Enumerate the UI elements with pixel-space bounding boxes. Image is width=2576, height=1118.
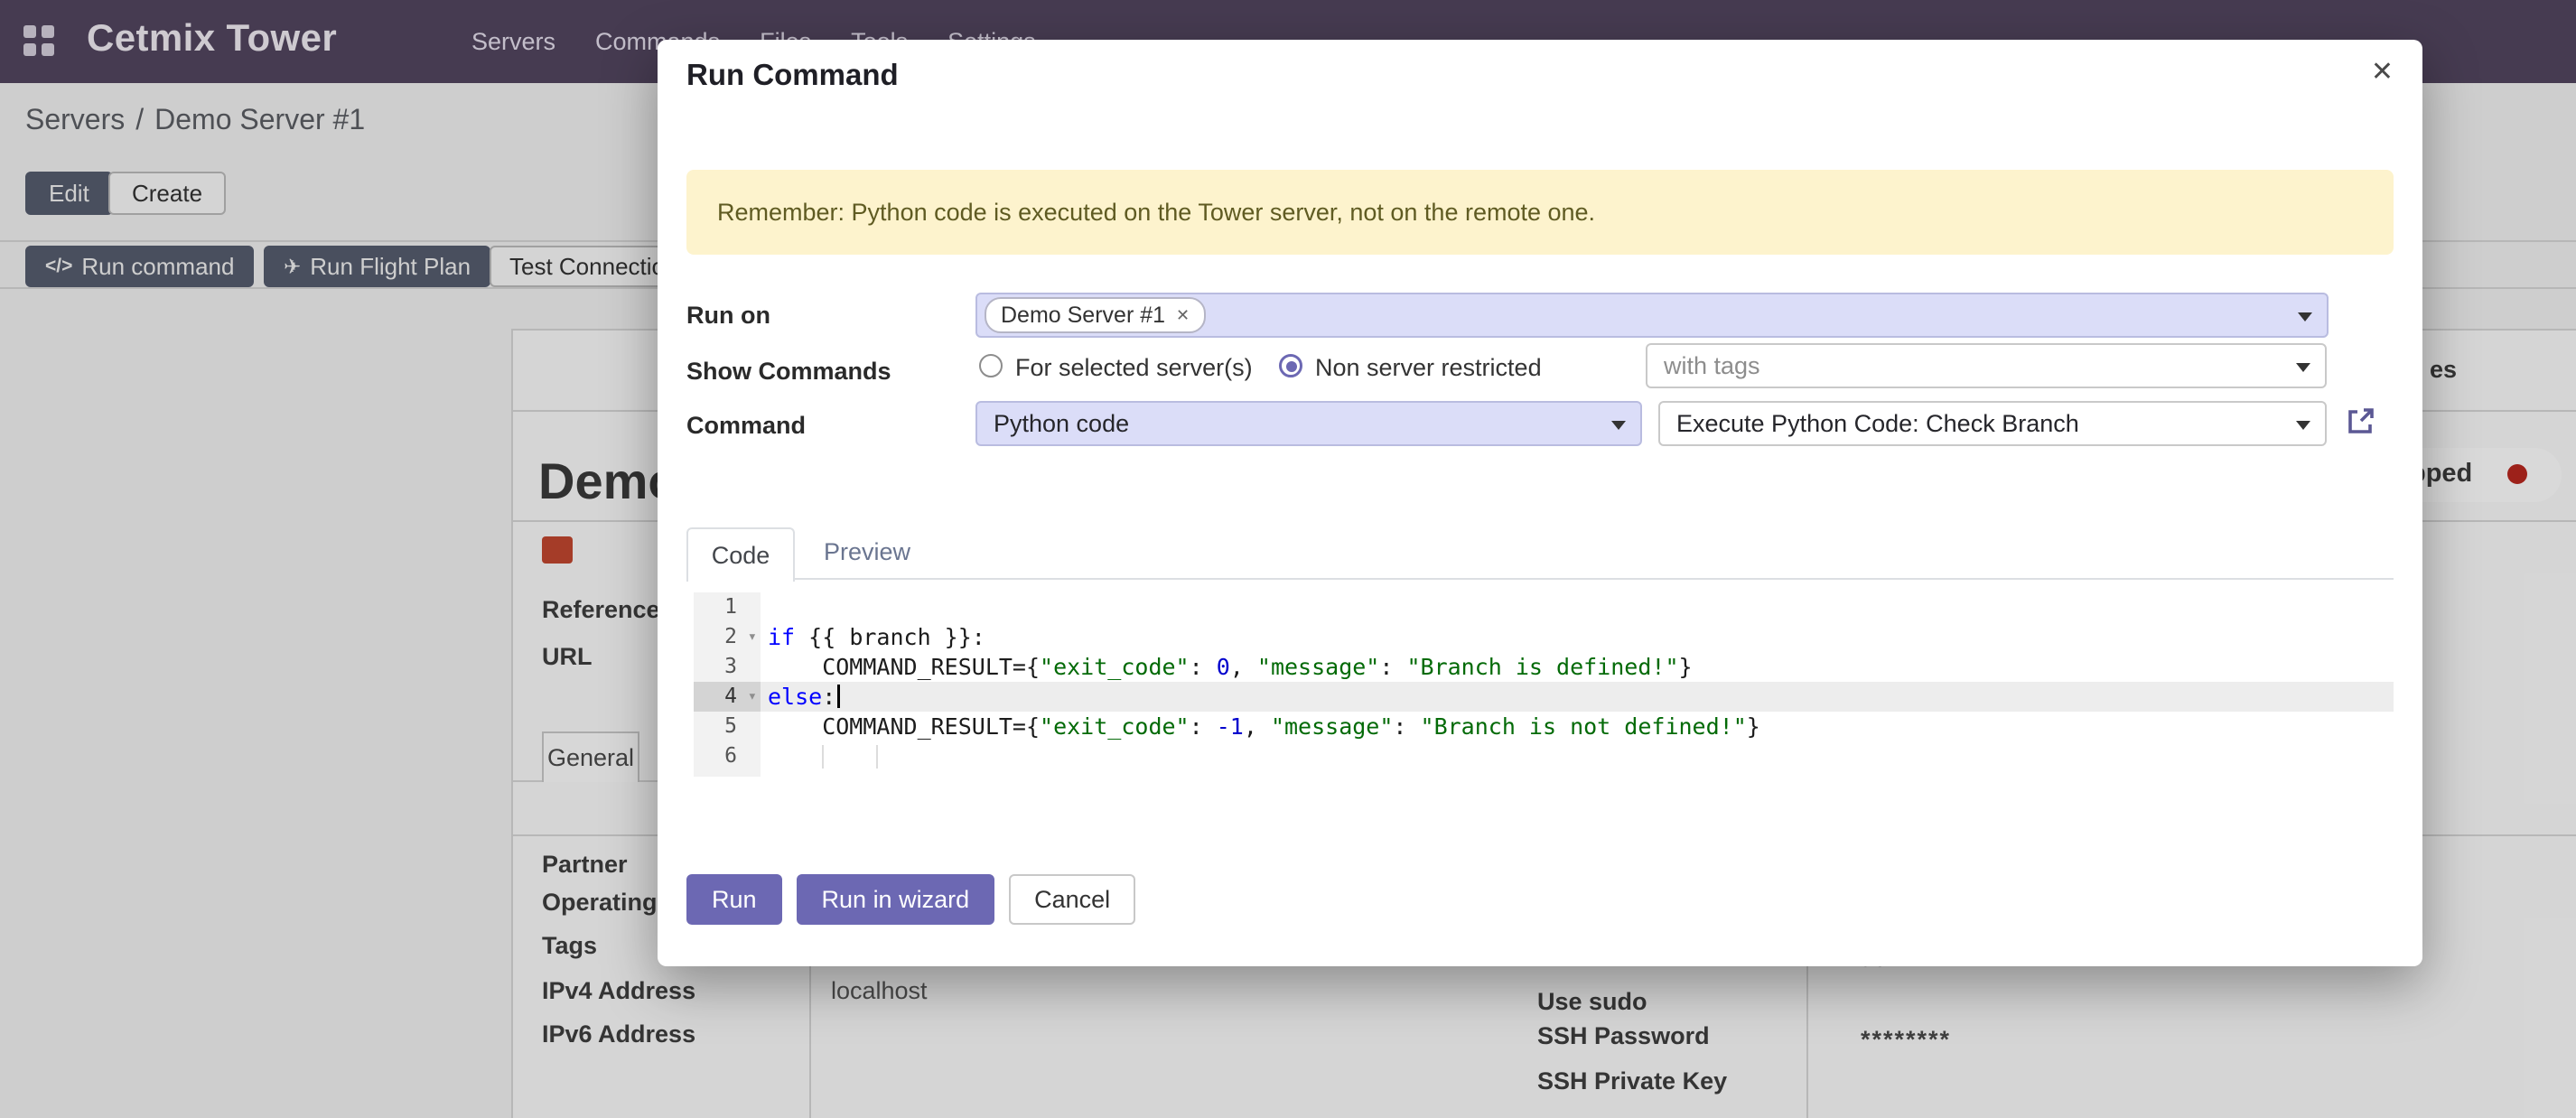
gutter-cell[interactable]: 4▾ (694, 682, 761, 712)
tab-code[interactable]: Code (686, 527, 795, 582)
command-label: Command (686, 412, 806, 440)
external-link-icon[interactable] (2345, 405, 2377, 444)
command-select[interactable]: Execute Python Code: Check Branch (1658, 401, 2327, 446)
caret-down-icon (1611, 421, 1626, 430)
server-chip[interactable]: Demo Server #1 ✕ (985, 297, 1206, 333)
editor-text[interactable]: if {{ branch }}: COMMAND_RESULT={"exit_c… (761, 592, 2394, 777)
caret-down-icon (2298, 312, 2312, 321)
tab-preview[interactable]: Preview (824, 538, 910, 566)
radio-non-restricted[interactable] (1279, 354, 1302, 377)
code-line[interactable] (761, 741, 2394, 771)
radio-selected-servers-label[interactable]: For selected server(s) (1015, 354, 1253, 382)
run-command-modal: Run Command ✕ Remember: Python code is e… (658, 40, 2422, 966)
fold-arrow-icon[interactable]: ▾ (748, 622, 757, 652)
indent-guide (876, 745, 878, 769)
code-line[interactable]: COMMAND_RESULT={"exit_code": 0, "message… (761, 652, 2394, 682)
gutter-cell: 5 (694, 712, 761, 741)
code-line[interactable]: if {{ branch }}: (761, 622, 2394, 652)
run-on-label: Run on (686, 302, 770, 330)
tags-select-placeholder: with tags (1647, 352, 1760, 380)
run-on-field[interactable]: Demo Server #1 ✕ (975, 293, 2329, 338)
indent-guide (822, 745, 824, 769)
modal-title: Run Command (686, 58, 899, 92)
gutter-cell: 6 (694, 741, 761, 771)
radio-non-restricted-label[interactable]: Non server restricted (1315, 354, 1542, 382)
warning-alert: Remember: Python code is executed on the… (686, 170, 2394, 255)
tags-select[interactable]: with tags (1646, 343, 2327, 388)
command-type-select[interactable]: Python code (975, 401, 1642, 446)
code-line[interactable]: COMMAND_RESULT={"exit_code": -1, "messag… (761, 712, 2394, 741)
gutter-cell[interactable]: 2▾ (694, 622, 761, 652)
code-line[interactable] (761, 592, 2394, 622)
chip-remove-icon[interactable]: ✕ (1176, 306, 1190, 325)
gutter-cell: 1 (694, 592, 761, 622)
cancel-button[interactable]: Cancel (1009, 874, 1135, 925)
command-type-value: Python code (977, 410, 1129, 438)
show-commands-label: Show Commands (686, 358, 891, 386)
editor-gutter: 12▾34▾56 (694, 592, 761, 777)
code-line[interactable]: else: (761, 682, 2394, 712)
modal-footer: Run Run in wizard Cancel (686, 874, 1135, 925)
close-icon[interactable]: ✕ (2371, 56, 2394, 88)
tabs-border (686, 578, 2394, 580)
text-cursor (837, 685, 840, 708)
fold-arrow-icon[interactable]: ▾ (748, 682, 757, 712)
server-chip-label: Demo Server #1 (1001, 303, 1165, 329)
app-root: Cetmix Tower Servers Commands Files Tool… (0, 0, 2576, 1118)
gutter-cell: 3 (694, 652, 761, 682)
command-select-value: Execute Python Code: Check Branch (1660, 410, 2079, 438)
radio-selected-servers[interactable] (979, 354, 1003, 377)
run-button[interactable]: Run (686, 874, 782, 925)
caret-down-icon (2296, 421, 2310, 430)
caret-down-icon (2296, 363, 2310, 372)
code-editor[interactable]: 12▾34▾56 if {{ branch }}: COMMAND_RESULT… (694, 592, 2394, 777)
run-in-wizard-button[interactable]: Run in wizard (797, 874, 995, 925)
